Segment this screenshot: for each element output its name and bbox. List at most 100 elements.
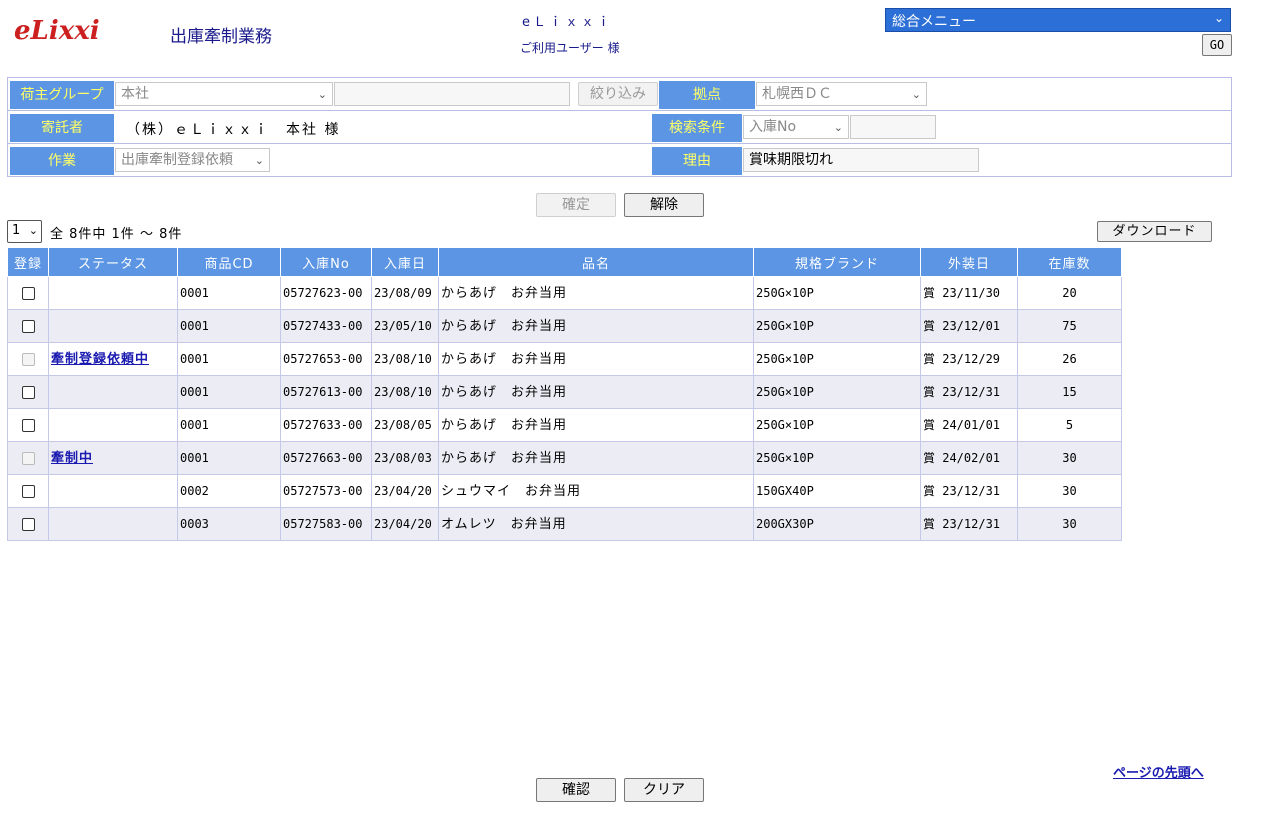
shipper-group-text[interactable] (334, 82, 570, 106)
filter-row-consignor: 寄託者 （株）ｅＬｉｘｘｉ 本社 様 検索条件 入庫No ⌄ (8, 111, 1231, 144)
shipper-group-select[interactable]: 本社 ⌄ (115, 82, 333, 106)
register-checkbox[interactable] (21, 319, 35, 333)
site-label: 拠点 (659, 81, 755, 109)
col-header-register: 登録 (7, 247, 49, 277)
shipper-group-value: 本社 (121, 86, 149, 102)
chevron-down-icon: ⌄ (833, 121, 843, 134)
filter-row-shipper: 荷主グループ 本社 ⌄ 絞り込み 拠点 札幌西ＤＣ ⌄ (8, 78, 1231, 111)
cell-receipt-no: 05727573-00 (280, 474, 372, 508)
cell-outer-date: 賞 23/12/31 (920, 474, 1018, 508)
cell-status (48, 408, 178, 442)
search-field-value: 入庫No (749, 119, 797, 135)
download-button[interactable]: ダウンロード (1097, 221, 1212, 242)
table-row: 0003 05727583-00 23/04/20 オムレツ お弁当用 200GX30P… (7, 507, 1122, 541)
cell-stock-qty: 75 (1017, 309, 1122, 343)
cell-item-name: からあげ お弁当用 (438, 276, 754, 310)
table-row: 0002 05727573-00 23/04/20 シュウマイ お弁当用 150GX40… (7, 474, 1122, 508)
main-menu-select[interactable]: 総合メニュー ⌄ (885, 8, 1231, 32)
col-header-receipt-date: 入庫日 (371, 247, 439, 277)
cell-spec-brand: 250G×10P (753, 408, 921, 442)
page-top-link[interactable]: ページの先頭へ (1113, 762, 1204, 781)
cell-stock-qty: 30 (1017, 474, 1122, 508)
chevron-down-icon: ⌄ (28, 224, 38, 237)
col-header-spec-brand: 規格ブランド (753, 247, 921, 277)
register-checkbox[interactable] (21, 517, 35, 531)
work-select[interactable]: 出庫牽制登録依頼 ⌄ (115, 148, 270, 172)
cell-outer-date: 賞 24/02/01 (920, 441, 1018, 475)
status-link[interactable]: 牽制中 (51, 451, 93, 466)
chevron-down-icon: ⌄ (1213, 11, 1224, 25)
site-select[interactable]: 札幌西ＤＣ ⌄ (756, 82, 927, 106)
page-select[interactable]: 1 ⌄ (7, 220, 42, 243)
confirm-button[interactable]: 確定 (536, 193, 616, 217)
register-checkbox[interactable] (21, 418, 35, 432)
cell-item-name: シュウマイ お弁当用 (438, 474, 754, 508)
page-value: 1 (12, 223, 21, 238)
table-row: 牽制中 0001 05727663-00 23/08/03 からあげ お弁当用 250G×… (7, 441, 1122, 475)
cell-item-code: 0001 (177, 441, 281, 475)
search-field-select[interactable]: 入庫No ⌄ (743, 115, 849, 139)
register-checkbox (21, 352, 35, 366)
col-header-item-code: 商品CD (177, 247, 281, 277)
cell-register (7, 309, 49, 343)
work-value: 出庫牽制登録依頼 (121, 152, 233, 168)
status-link[interactable]: 牽制登録依頼中 (51, 352, 149, 367)
register-checkbox[interactable] (21, 286, 35, 300)
cell-spec-brand: 250G×10P (753, 375, 921, 409)
search-condition-label: 検索条件 (652, 114, 742, 142)
cell-status: 牽制中 (48, 441, 178, 475)
cell-outer-date: 賞 23/12/29 (920, 342, 1018, 376)
cell-receipt-date: 23/04/20 (371, 474, 439, 508)
cell-receipt-date: 23/05/10 (371, 309, 439, 343)
pager-summary: 全 8件中 1件 ～ 8件 (50, 227, 183, 242)
cell-item-code: 0001 (177, 309, 281, 343)
reason-label: 理由 (652, 147, 742, 175)
cell-receipt-no: 05727633-00 (280, 408, 372, 442)
results-table: 登録 ステータス 商品CD 入庫No 入庫日 品名 規格ブランド 外装日 在庫数… (7, 247, 1122, 541)
cell-outer-date: 賞 23/12/31 (920, 507, 1018, 541)
release-button[interactable]: 解除 (624, 193, 704, 217)
cell-stock-qty: 30 (1017, 441, 1122, 475)
cell-stock-qty: 5 (1017, 408, 1122, 442)
cell-item-name: からあげ お弁当用 (438, 441, 754, 475)
cell-stock-qty: 20 (1017, 276, 1122, 310)
table-row: 0001 05727633-00 23/08/05 からあげ お弁当用 250G×10P… (7, 408, 1122, 442)
cell-register (7, 474, 49, 508)
col-header-item-name: 品名 (438, 247, 754, 277)
site-value: 札幌西ＤＣ (762, 86, 832, 102)
go-button[interactable]: GO (1202, 34, 1232, 56)
check-button[interactable]: 確認 (536, 778, 616, 802)
cell-outer-date: 賞 23/12/01 (920, 309, 1018, 343)
table-row: 0001 05727433-00 23/05/10 からあげ お弁当用 250G×10P… (7, 309, 1122, 343)
cell-outer-date: 賞 23/12/31 (920, 375, 1018, 409)
chevron-down-icon: ⌄ (317, 88, 327, 101)
cell-receipt-date: 23/08/10 (371, 375, 439, 409)
search-value-input[interactable] (850, 115, 936, 139)
page-title: 出庫牽制業務 (170, 27, 272, 47)
col-header-outer-date: 外装日 (920, 247, 1018, 277)
company-name: eＬｉｘｘｉ (522, 15, 613, 30)
cell-spec-brand: 250G×10P (753, 342, 921, 376)
cell-item-name: からあげ お弁当用 (438, 408, 754, 442)
cell-item-name: からあげ お弁当用 (438, 342, 754, 376)
cell-stock-qty: 30 (1017, 507, 1122, 541)
reason-input[interactable]: 賞味期限切れ (743, 148, 979, 172)
col-header-status: ステータス (48, 247, 178, 277)
register-checkbox[interactable] (21, 385, 35, 399)
register-checkbox[interactable] (21, 484, 35, 498)
cell-register (7, 408, 49, 442)
cell-stock-qty: 26 (1017, 342, 1122, 376)
cell-receipt-date: 23/08/10 (371, 342, 439, 376)
cell-spec-brand: 250G×10P (753, 309, 921, 343)
clear-button[interactable]: クリア (624, 778, 704, 802)
narrow-button[interactable]: 絞り込み (578, 82, 658, 106)
cell-spec-brand: 250G×10P (753, 276, 921, 310)
cell-outer-date: 賞 23/11/30 (920, 276, 1018, 310)
shipper-group-label: 荷主グループ (10, 81, 114, 109)
cell-item-code: 0001 (177, 375, 281, 409)
cell-item-code: 0003 (177, 507, 281, 541)
cell-receipt-date: 23/08/05 (371, 408, 439, 442)
cell-status (48, 375, 178, 409)
consignor-value: （株）ｅＬｉｘｘｉ 本社 様 (126, 122, 341, 138)
table-row: 牽制登録依頼中 0001 05727653-00 23/08/10 からあげ お弁当用 2… (7, 342, 1122, 376)
